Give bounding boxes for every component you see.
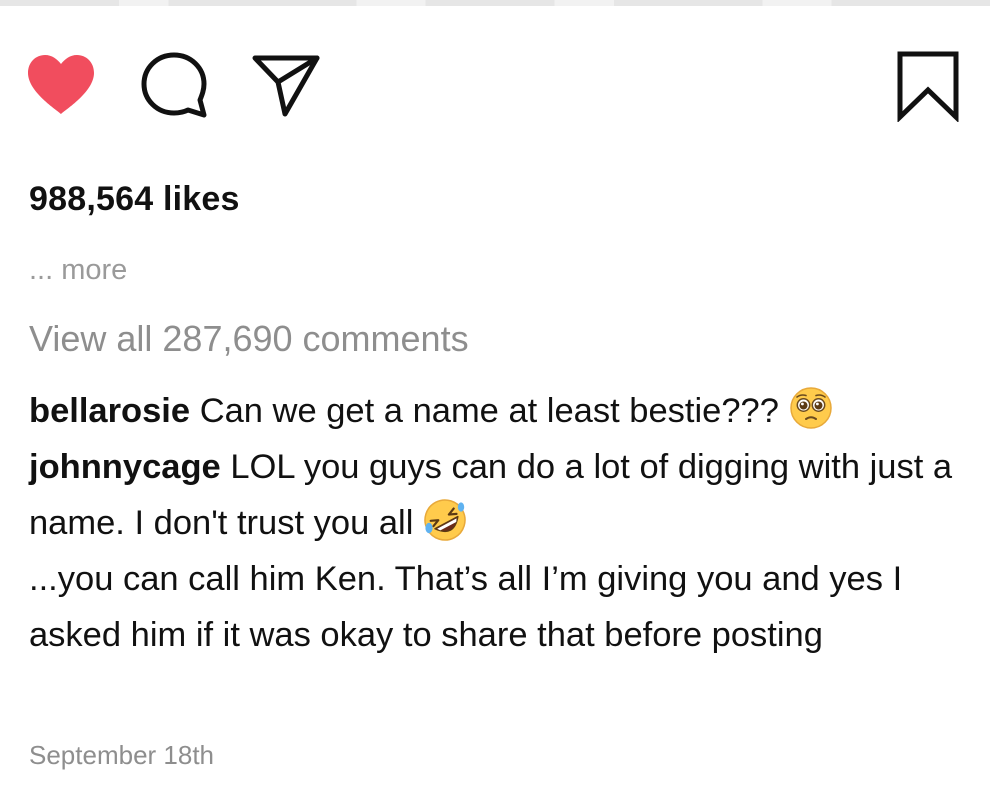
comment-username[interactable]: johnnycage xyxy=(29,448,221,486)
post-date: September 18th xyxy=(29,740,215,770)
likes-count[interactable]: 988,564 likes xyxy=(29,180,240,219)
top-image-edge xyxy=(0,0,990,6)
paper-plane-icon[interactable] xyxy=(250,52,322,118)
post-action-bar xyxy=(0,48,990,122)
pleading-face-emoji xyxy=(789,387,832,429)
caption-more-link[interactable]: ... more xyxy=(29,254,127,287)
comment-item: bellarosie Can we get a name at least be… xyxy=(29,383,969,439)
view-all-comments-link[interactable]: View all 287,690 comments xyxy=(29,318,469,360)
comment-text: Can we get a name at least bestie??? xyxy=(199,392,779,430)
comment-bubble-icon[interactable] xyxy=(138,50,210,120)
comments-preview: bellarosie Can we get a name at least be… xyxy=(29,383,969,663)
rolling-on-floor-laughing-emoji xyxy=(424,499,466,541)
bookmark-icon[interactable] xyxy=(895,50,961,122)
comment-username[interactable]: bellarosie xyxy=(29,392,190,430)
comment-continuation: ...you can call him Ken. That’s all I’m … xyxy=(29,560,903,654)
comment-item: johnnycage LOL you guys can do a lot of … xyxy=(29,439,969,551)
heart-filled-icon[interactable] xyxy=(26,54,96,116)
